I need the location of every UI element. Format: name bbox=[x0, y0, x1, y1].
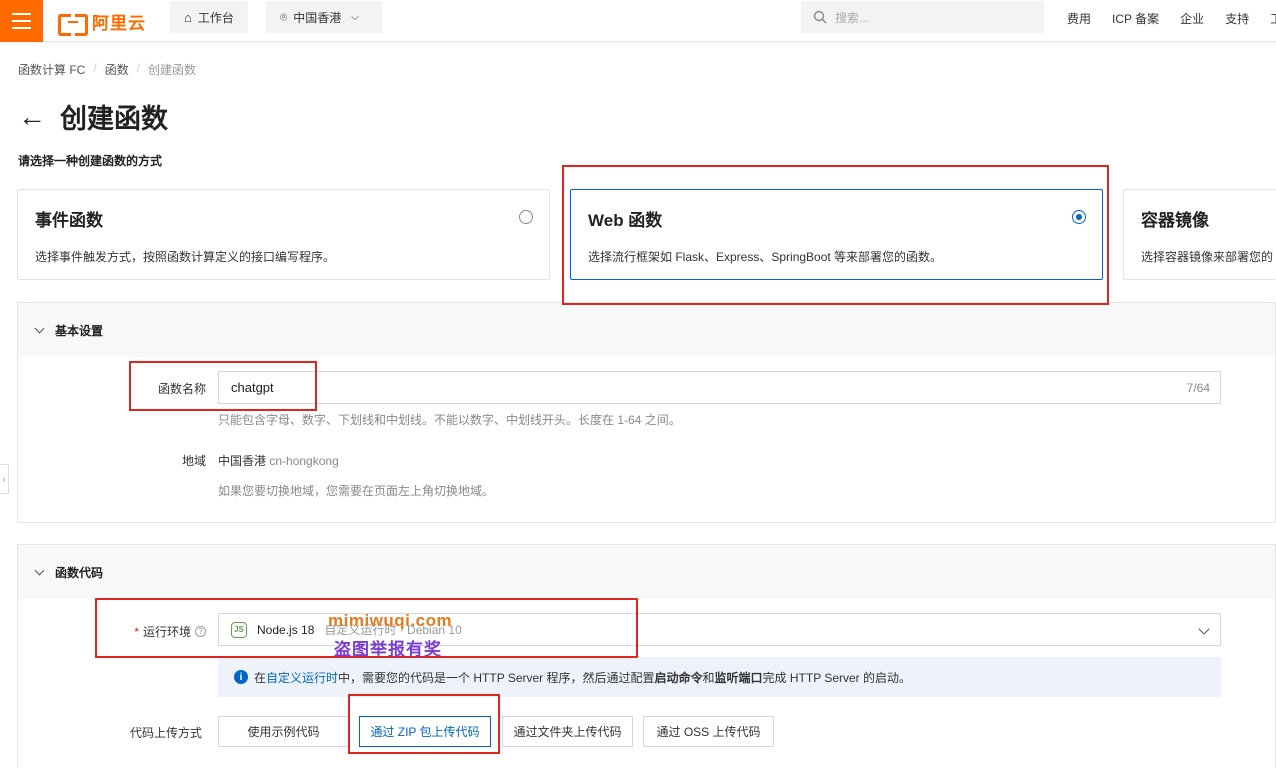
custom-runtime-link[interactable]: 自定义运行时 bbox=[266, 671, 338, 685]
search-input[interactable]: 搜索... bbox=[801, 1, 1044, 33]
top-link-support[interactable]: 支持 bbox=[1225, 10, 1249, 27]
card-title: 事件函数 bbox=[35, 211, 103, 230]
breadcrumb-functions[interactable]: 函数 bbox=[105, 61, 129, 78]
card-desc: 选择事件触发方式，按照函数计算定义的接口编写程序。 bbox=[35, 250, 336, 264]
location-pin-icon: ⌾ bbox=[280, 9, 288, 24]
top-bar: 阿里云 ⌂ 工作台 ⌾ 中国香港 ⌵ 搜索... 费用 ICP 备案 企业 支持… bbox=[0, 0, 1276, 42]
function-name-input[interactable]: chatgpt 7/64 bbox=[218, 371, 1221, 404]
watermark-text: 盗图举报有奖 bbox=[334, 640, 442, 659]
function-code-header[interactable]: 函数代码 bbox=[18, 545, 1275, 599]
top-link-enterprise[interactable]: 企业 bbox=[1180, 10, 1204, 27]
top-link-billing[interactable]: 费用 bbox=[1067, 10, 1091, 27]
help-icon[interactable]: ? bbox=[195, 626, 206, 637]
page-title: ← 创建函数 bbox=[18, 97, 168, 136]
page-heading: 创建函数 bbox=[60, 104, 168, 134]
region-selector[interactable]: ⌾ 中国香港 ⌵ bbox=[266, 1, 382, 33]
breadcrumb: 函数计算 FC / 函数 / 创建函数 bbox=[18, 61, 196, 78]
hamburger-menu-icon[interactable] bbox=[0, 0, 43, 42]
card-desc: 选择流行框架如 Flask、Express、SpringBoot 等来部署您的函… bbox=[588, 250, 943, 264]
breadcrumb-separator: / bbox=[136, 61, 141, 75]
type-card-container[interactable]: 容器镜像 选择容器镜像来部署您的 bbox=[1123, 189, 1276, 280]
watermark-url: mimiwuqi.com bbox=[328, 611, 453, 630]
basic-settings-header[interactable]: 基本设置 bbox=[18, 303, 1275, 357]
radio-web[interactable] bbox=[1072, 210, 1086, 224]
nodejs-icon: JS bbox=[231, 621, 247, 638]
card-title: 容器镜像 bbox=[1141, 211, 1209, 230]
upload-zip-button[interactable]: 通过 ZIP 包上传代码 bbox=[359, 716, 491, 747]
info-icon: i bbox=[234, 670, 248, 684]
search-icon bbox=[813, 10, 827, 24]
runtime-label: * 运行环境 ? bbox=[120, 623, 206, 640]
region-value: 中国香港 cn-hongkong bbox=[218, 454, 339, 468]
top-link-icp[interactable]: ICP 备案 bbox=[1112, 10, 1159, 27]
aliyun-logo-icon bbox=[58, 12, 88, 36]
breadcrumb-fc[interactable]: 函数计算 FC bbox=[18, 61, 85, 78]
char-counter: 7/64 bbox=[1186, 380, 1210, 395]
chevron-down-icon bbox=[1198, 623, 1210, 635]
function-name-label: 函数名称 bbox=[157, 382, 206, 396]
function-name-hint: 只能包含字母、数字、下划线和中划线。不能以数字、中划线开头。长度在 1-64 之… bbox=[218, 413, 681, 427]
collapse-chevron-icon bbox=[34, 565, 45, 575]
card-desc: 选择容器镜像来部署您的 bbox=[1141, 250, 1274, 264]
chevron-down-icon: ⌵ bbox=[351, 11, 359, 23]
runtime-info-banner: i 在自定义运行时中，需要您的代码是一个 HTTP Server 程序，然后通过… bbox=[218, 657, 1221, 697]
top-links: 费用 ICP 备案 企业 支持 工 bbox=[1067, 10, 1276, 27]
breadcrumb-separator: / bbox=[93, 61, 97, 75]
radio-event[interactable] bbox=[519, 210, 533, 224]
aliyun-logo[interactable]: 阿里云 bbox=[58, 9, 146, 36]
upload-folder-button[interactable]: 通过文件夹上传代码 bbox=[502, 716, 633, 747]
breadcrumb-current: 创建函数 bbox=[148, 63, 197, 77]
region-label: 地域 bbox=[181, 454, 206, 468]
page-subtitle: 请选择一种创建函数的方式 bbox=[18, 154, 163, 168]
region-hint: 如果您要切换地域，您需要在页面左上角切换地域。 bbox=[218, 484, 495, 498]
collapse-chevron-icon bbox=[34, 323, 45, 333]
type-card-web[interactable]: Web 函数 选择流行框架如 Flask、Express、SpringBoot … bbox=[570, 189, 1103, 280]
home-icon: ⌂ bbox=[184, 9, 192, 25]
top-link-more[interactable]: 工 bbox=[1270, 10, 1276, 27]
back-arrow-icon[interactable]: ← bbox=[18, 102, 46, 131]
upload-oss-button[interactable]: 通过 OSS 上传代码 bbox=[643, 716, 774, 747]
card-title: Web 函数 bbox=[588, 211, 663, 230]
type-card-event[interactable]: 事件函数 选择事件触发方式，按照函数计算定义的接口编写程序。 bbox=[17, 189, 550, 280]
workbench-button[interactable]: ⌂ 工作台 bbox=[170, 1, 248, 33]
upload-sample-code-button[interactable]: 使用示例代码 bbox=[218, 716, 349, 747]
upload-method-label: 代码上传方式 bbox=[129, 726, 202, 740]
sidebar-expand-tab[interactable]: › bbox=[0, 464, 9, 494]
